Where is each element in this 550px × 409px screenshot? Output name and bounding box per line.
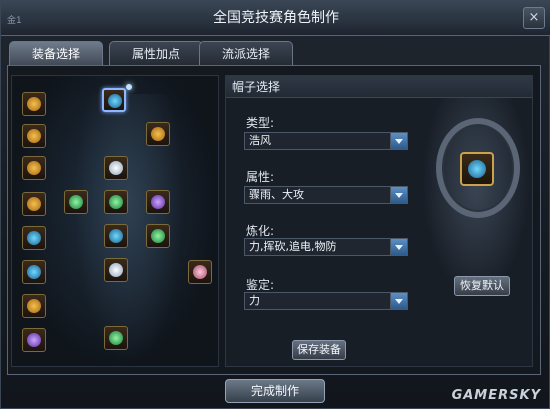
- dialog-window: 金1 全国竞技赛角色制作 × 装备选择 属性加点 流派选择 帽子选择 类型: 浩…: [0, 0, 550, 409]
- hat-icon: [108, 94, 122, 108]
- equipment-area: [11, 75, 219, 367]
- slot-offhand[interactable]: [146, 190, 170, 214]
- save-equipment-button[interactable]: 保存装备: [292, 340, 346, 360]
- shoulder-icon: [151, 127, 165, 141]
- tab-equipment[interactable]: 装备选择: [9, 41, 103, 66]
- slot-shoulder[interactable]: [146, 122, 170, 146]
- refine-value: 力,挥砍,追电,物防: [249, 240, 337, 253]
- type-select[interactable]: 浩风: [244, 132, 408, 150]
- gold-boots-icon: [27, 197, 41, 211]
- chevron-down-icon[interactable]: [390, 239, 407, 255]
- slot-orb[interactable]: [146, 224, 170, 248]
- blue-ring-icon: [27, 231, 41, 245]
- gold-helm-icon: [27, 97, 41, 111]
- legs-icon: [109, 263, 123, 277]
- type-value: 浩风: [249, 134, 271, 147]
- attribute-select[interactable]: 骤雨、大攻: [244, 186, 408, 204]
- gold-bracer-icon: [27, 161, 41, 175]
- slot-legs[interactable]: [104, 258, 128, 282]
- hat-icon: [468, 160, 486, 178]
- slot-left-7[interactable]: [22, 294, 46, 318]
- slot-head[interactable]: [102, 88, 126, 112]
- preview-hat-icon: [460, 152, 494, 186]
- slot-left-4[interactable]: [22, 192, 46, 216]
- sparkle-icon: [126, 84, 132, 90]
- tab-school[interactable]: 流派选择: [199, 41, 293, 66]
- slot-left-3[interactable]: [22, 156, 46, 180]
- feet-icon: [109, 331, 123, 345]
- slot-pet[interactable]: [188, 260, 212, 284]
- weapon-icon: [69, 195, 83, 209]
- orb-icon: [151, 229, 165, 243]
- slot-chest[interactable]: [104, 156, 128, 180]
- attribute-value: 骤雨、大攻: [249, 188, 304, 201]
- purple-amulet-icon: [27, 333, 41, 347]
- type-label: 类型:: [246, 116, 275, 130]
- blue-ring-icon: [27, 265, 41, 279]
- offhand-icon: [151, 195, 165, 209]
- slot-feet[interactable]: [104, 326, 128, 350]
- item-editor-panel: 帽子选择 类型: 浩风 属性: 骤雨、大攻 炼化: 力,挥砍,追电,物防 鉴定:…: [225, 75, 533, 367]
- slot-weapon[interactable]: [64, 190, 88, 214]
- gold-necklace-icon: [27, 299, 41, 313]
- reset-default-button[interactable]: 恢复默认: [454, 276, 510, 296]
- slot-left-8[interactable]: [22, 328, 46, 352]
- watermark-logo: GAMERSKY: [451, 388, 541, 403]
- slot-left-2[interactable]: [22, 124, 46, 148]
- slot-left-6[interactable]: [22, 260, 46, 284]
- refine-label: 炼化:: [246, 224, 275, 238]
- belt-icon: [109, 229, 123, 243]
- slot-left-1[interactable]: [22, 92, 46, 116]
- appraise-select[interactable]: 力: [244, 292, 408, 310]
- slot-belt[interactable]: [104, 224, 128, 248]
- chevron-down-icon[interactable]: [390, 187, 407, 203]
- refine-select[interactable]: 力,挥砍,追电,物防: [244, 238, 408, 256]
- chest-icon: [109, 161, 123, 175]
- chevron-down-icon[interactable]: [390, 133, 407, 149]
- slot-left-5[interactable]: [22, 226, 46, 250]
- corner-label: 金1: [7, 16, 22, 26]
- window-title: 全国竞技赛角色制作: [213, 10, 339, 26]
- gold-armor-icon: [27, 129, 41, 143]
- robe-icon: [109, 195, 123, 209]
- appraise-label: 鉴定:: [246, 278, 275, 292]
- appraise-value: 力: [249, 294, 260, 307]
- finish-button[interactable]: 完成制作: [225, 379, 325, 403]
- attribute-label: 属性:: [246, 170, 275, 184]
- title-bar: 金1 全国竞技赛角色制作 ×: [1, 1, 550, 36]
- slot-body[interactable]: [104, 190, 128, 214]
- section-title: 帽子选择: [226, 76, 532, 98]
- close-icon: ×: [528, 10, 540, 25]
- chevron-down-icon[interactable]: [390, 293, 407, 309]
- pet-icon: [193, 265, 207, 279]
- close-button[interactable]: ×: [523, 7, 545, 29]
- tab-attributes[interactable]: 属性加点: [109, 41, 203, 66]
